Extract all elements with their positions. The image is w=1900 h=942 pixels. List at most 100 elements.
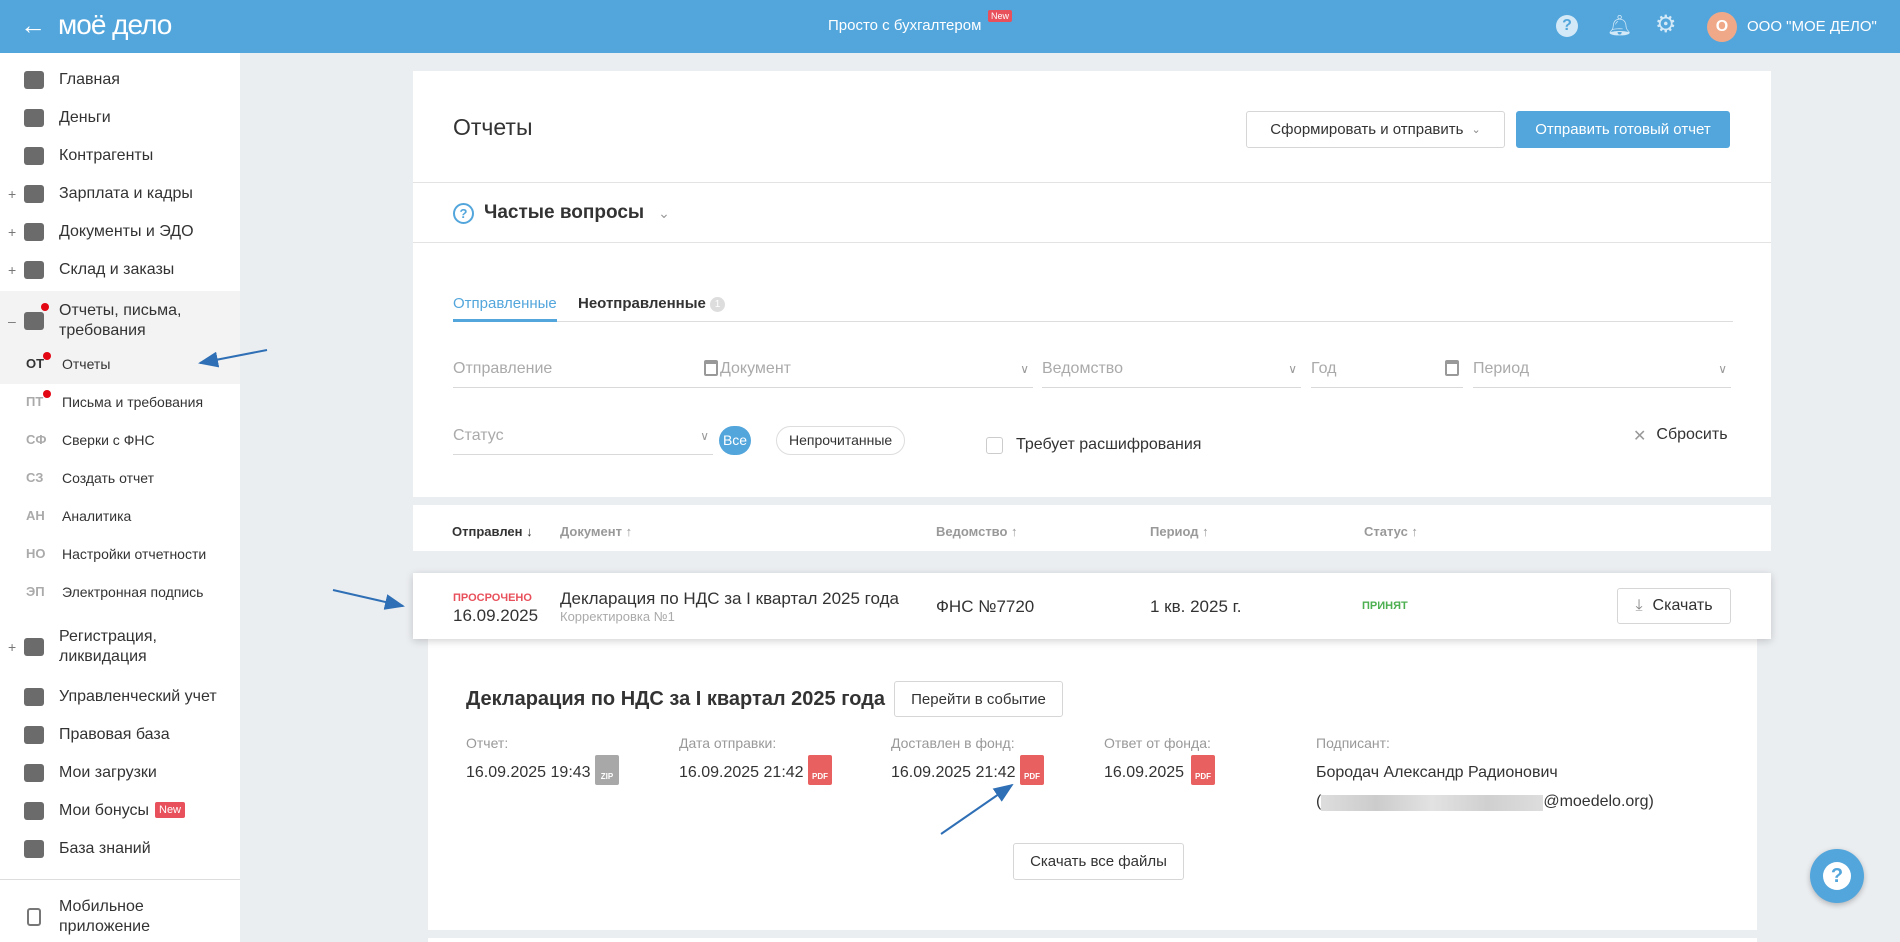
subitem-abbr: ПТ (26, 394, 44, 409)
logo[interactable]: моё дело (58, 9, 172, 41)
decrypt-checkbox[interactable] (986, 437, 1003, 454)
response-date: 16.09.2025 (1104, 764, 1185, 781)
sidebar-item-salary[interactable]: + Зарплата и кадры (0, 176, 240, 212)
zip-file-icon[interactable]: ZIP (595, 755, 619, 785)
pdf-file-icon[interactable]: PDF (1191, 755, 1215, 785)
gear-icon[interactable]: ⚙ (1655, 10, 1677, 39)
pdf-file-icon[interactable]: PDF (1020, 755, 1044, 785)
column-document[interactable]: Документ ↑ (560, 524, 632, 539)
subitem-label: Создать отчет (62, 470, 155, 486)
send-ready-report-button[interactable]: Отправить готовый отчет (1516, 111, 1730, 148)
sidebar-item-reports[interactable]: – Отчеты, письма, требования (0, 297, 240, 345)
year-field[interactable]: Год (1311, 356, 1463, 388)
sidebar-item-label: Управленческий учет (59, 688, 217, 705)
sidebar-subitem-reconciliation[interactable]: СФ Сверки с ФНС (0, 422, 240, 458)
expand-icon: + (8, 262, 17, 278)
sidebar-item-warehouse[interactable]: + Склад и заказы (0, 252, 240, 288)
bell-icon[interactable]: 🔔︎ (1607, 13, 1632, 38)
calendar-icon[interactable] (1445, 360, 1459, 376)
subitem-abbr: СФ (26, 432, 47, 447)
status-select[interactable]: Статус ∨ (453, 423, 713, 455)
overdue-label: ПРОСРОЧЕНО (453, 592, 532, 604)
sent-date-field[interactable]: Отправление (453, 356, 722, 388)
subitem-abbr: ЭП (26, 584, 45, 599)
avatar[interactable]: О (1707, 12, 1737, 42)
pdf-file-icon[interactable]: PDF (808, 755, 832, 785)
chevron-down-icon: ⌄ (1471, 124, 1481, 136)
briefcase-icon (24, 726, 44, 744)
faq-label: Частые вопросы (484, 202, 645, 223)
divider (413, 182, 1771, 183)
sidebar-item-label: База знаний (59, 840, 151, 857)
column-sent[interactable]: Отправлен ↓ (452, 524, 533, 539)
download-all-button[interactable]: Скачать все файлы (1013, 843, 1184, 880)
sidebar-item-bonuses[interactable]: Мои бонусы New (0, 793, 240, 829)
reset-label: Сбросить (1656, 426, 1728, 443)
details-title: Декларация по НДС за I квартал 2025 года (466, 688, 886, 710)
form-and-send-button[interactable]: Сформировать и отправить ⌄ (1246, 111, 1505, 148)
sidebar-item-label: Мои бонусы (59, 802, 150, 819)
promo-link[interactable]: Просто с бухгалтером (828, 17, 981, 34)
sidebar-item-registration[interactable]: + Регистрация, ликвидация (0, 623, 240, 671)
sidebar-item-knowledge[interactable]: База знаний (0, 831, 240, 867)
agency-value: ФНС №7720 (936, 597, 1035, 616)
reports-card: Отчеты Сформировать и отправить ⌄ Отправи… (413, 71, 1771, 497)
sidebar-item-label: Мобильное приложение (59, 898, 151, 935)
signer-email: (@moedelo.org) (1316, 793, 1654, 811)
notification-dot (41, 303, 49, 311)
tab-sent[interactable]: Отправленные (453, 295, 557, 322)
placeholder: Отправление (453, 360, 553, 377)
sidebar-item-uploads[interactable]: Мои загрузки (0, 755, 240, 791)
column-period[interactable]: Период ↑ (1150, 524, 1209, 539)
expand-icon: + (8, 639, 17, 655)
unsent-count-badge: 1 (710, 297, 725, 312)
download-icon: ⤓ (1635, 597, 1643, 614)
sidebar-item-mobile-app[interactable]: Мобильное приложение (0, 895, 240, 939)
period-select[interactable]: Период ∨ (1473, 356, 1731, 388)
sidebar-subitem-letters[interactable]: ПТ Письма и требования (0, 384, 240, 420)
sidebar-item-money[interactable]: Деньги (0, 100, 240, 136)
subitem-label: Аналитика (62, 508, 132, 524)
filter-unread-pill[interactable]: Непрочитанные (776, 426, 906, 455)
download-button[interactable]: ⤓ Скачать (1617, 588, 1731, 624)
sidebar-item-label: Деньги (59, 109, 111, 126)
subitem-label: Письма и требования (62, 394, 204, 410)
sidebar-subitem-analytics[interactable]: АН Аналитика (0, 498, 240, 534)
sent-date: 16.09.2025 (453, 606, 539, 625)
sidebar-item-contractors[interactable]: Контрагенты (0, 138, 240, 174)
calendar-icon[interactable] (704, 360, 718, 376)
sidebar-subitem-reports[interactable]: ОТ Отчеты (0, 346, 240, 382)
sidebar-item-home[interactable]: Главная (0, 62, 240, 98)
signer-name: Бородач Александр Радионович (1316, 764, 1558, 781)
company-name[interactable]: ООО "МОЕ ДЕЛО" (1747, 18, 1877, 35)
back-arrow-icon[interactable]: ← (20, 10, 46, 41)
sidebar-item-management[interactable]: Управленческий учет (0, 679, 240, 715)
help-icon[interactable]: ? (1556, 15, 1578, 37)
new-badge: New (988, 10, 1013, 22)
go-to-event-button[interactable]: Перейти в событие (894, 681, 1063, 717)
button-label: Сформировать и отправить (1270, 121, 1464, 138)
sidebar-item-legal[interactable]: Правовая база (0, 717, 240, 753)
agency-select[interactable]: Ведомство ∨ (1042, 356, 1301, 388)
reset-button[interactable]: ✕ Сбросить (1633, 426, 1728, 446)
document-select[interactable]: Документ ∨ (720, 356, 1033, 388)
sidebar-item-documents[interactable]: + Документы и ЭДО (0, 214, 240, 250)
tab-unsent[interactable]: Неотправленные (578, 295, 706, 312)
table-row[interactable]: ПРОСРОЧЕНО 16.09.2025 Декларация по НДС … (413, 573, 1771, 639)
faq-toggle[interactable]: ? Частые вопросы ⌄ (453, 198, 670, 228)
help-fab[interactable]: ? (1810, 849, 1864, 903)
sidebar-subitem-create-report[interactable]: СЗ Создать отчет (0, 460, 240, 496)
ruble-icon (24, 688, 44, 706)
sidebar: Главная Деньги Контрагенты + Зарплата и к… (0, 53, 240, 942)
report-label: Отчет: (466, 735, 509, 751)
filter-all-pill[interactable]: Все (719, 426, 751, 455)
sidebar-subitem-settings[interactable]: НО Настройки отчетности (0, 536, 240, 572)
document-name[interactable]: Декларация по НДС за I квартал 2025 года (560, 589, 899, 609)
sidebar-subitem-signature[interactable]: ЭП Электронная подпись (0, 574, 240, 610)
placeholder: Год (1311, 360, 1337, 377)
column-status[interactable]: Статус ↑ (1364, 524, 1418, 539)
signer-label: Подписант: (1316, 735, 1390, 751)
placeholder: Период (1473, 360, 1530, 377)
column-agency[interactable]: Ведомство ↑ (936, 524, 1018, 539)
chevron-down-icon: ∨ (1288, 362, 1297, 376)
